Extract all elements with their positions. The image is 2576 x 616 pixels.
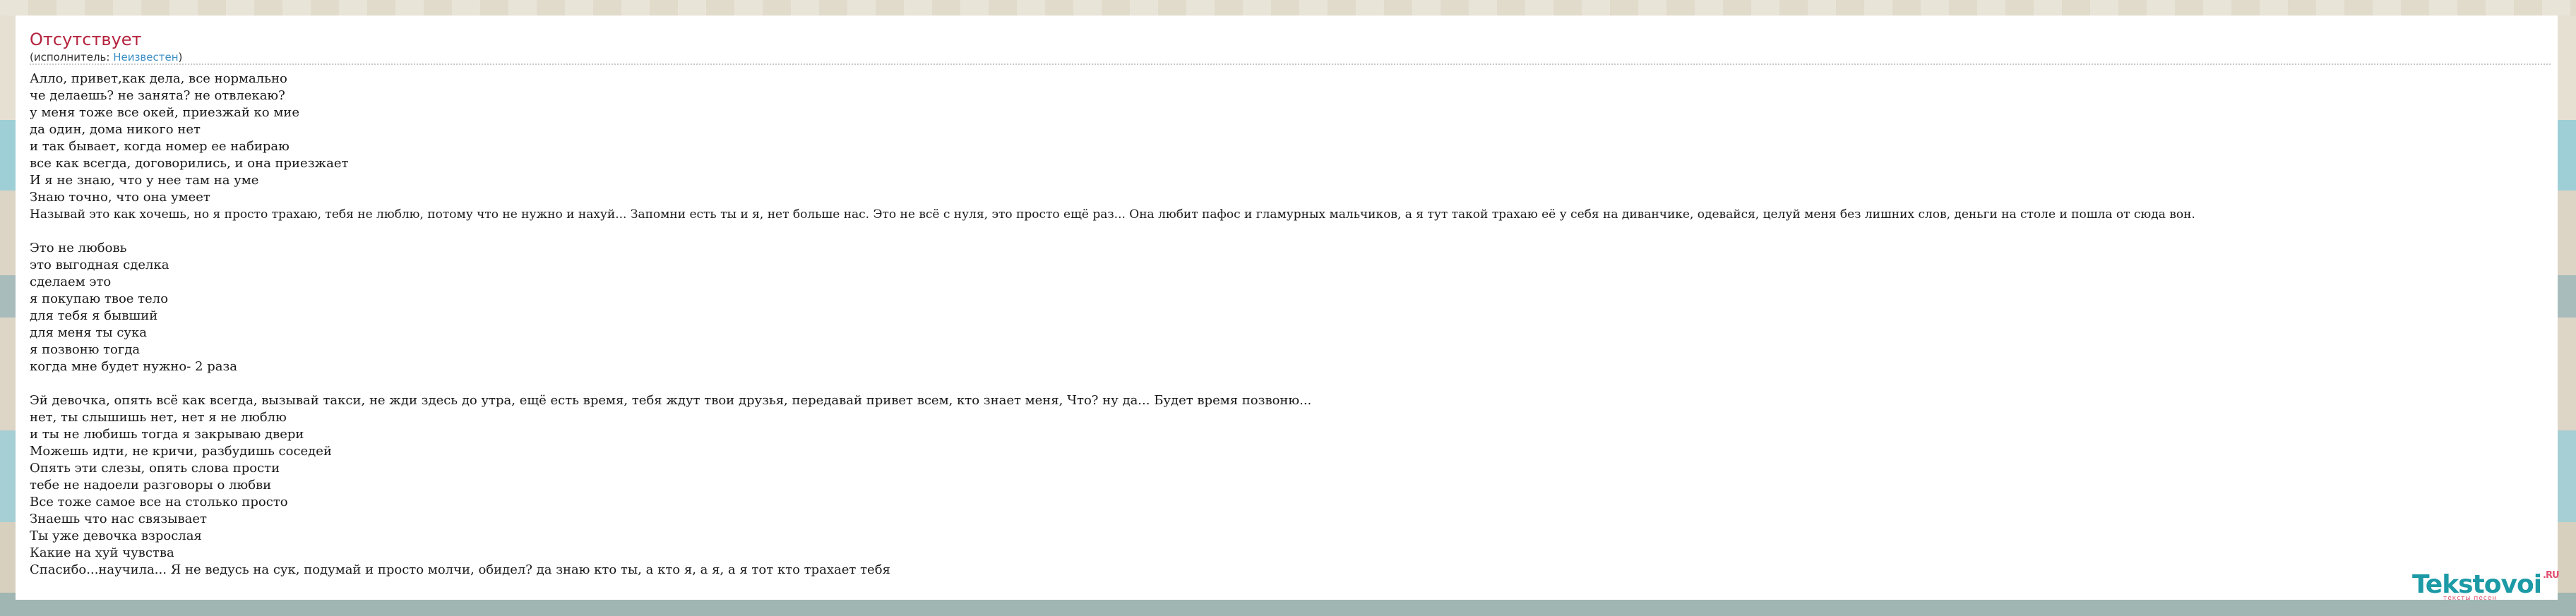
lyric-line: Можешь идти, не кричи, разбудишь соседей	[30, 444, 332, 459]
lyric-line: для тебя я бывший	[30, 308, 158, 323]
lyric-line: че делаешь? не занята? не отвлекаю?	[30, 88, 285, 103]
logo-tagline: тексты песен	[2443, 595, 2498, 602]
lyric-line: все как всегда, договорились, и она прие…	[30, 156, 349, 171]
lyric-line: это выгодная сделка	[30, 258, 169, 272]
lyric-line: Знаешь что нас связывает	[30, 512, 207, 526]
performer-link[interactable]: Неизвестен	[113, 51, 178, 64]
lyric-line: когда мне будет нужно- 2 раза	[30, 359, 238, 374]
lyric-line: И я не знаю, что у нее там на уме	[30, 173, 259, 188]
lyric-line: я покупаю твое тело	[30, 291, 169, 306]
lyric-line: нет, ты слышишь нет, нет я не люблю	[30, 410, 287, 425]
lyrics-panel: Отсутствует (исполнитель: Неизвестен) Ал…	[16, 16, 2558, 600]
stanza-gap	[30, 223, 2556, 240]
logo-suffix: .RU	[2543, 570, 2559, 581]
lyric-line: Опять эти слезы, опять слова прости	[30, 461, 280, 476]
lyric-line: сделаем это	[30, 274, 112, 289]
lyrics-text: Алло, привет,как дела, все нормально че …	[30, 71, 2556, 579]
lyric-line: тебе не надоели разговоры о любви	[30, 478, 272, 493]
lyric-line: я позвоню тогда	[30, 342, 141, 357]
lyric-line: Знаю точно, что она умеет	[30, 190, 210, 205]
performer-prefix: (исполнитель:	[30, 51, 114, 64]
lyric-line: Ты уже девочка взрослая	[30, 529, 202, 543]
title-divider	[30, 64, 2551, 65]
lyric-line: Спасибо...научила... Я не ведусь на сук,…	[30, 562, 890, 577]
lyric-line: у меня тоже все окей, приезжай ко мие	[30, 105, 299, 120]
lyric-line: Называй это как хочешь, но я просто трах…	[30, 207, 2195, 222]
lyric-line: да один, дома никого нет	[30, 122, 201, 137]
song-title: Отсутствует	[30, 30, 142, 49]
performer-suffix: )	[178, 51, 183, 64]
lyric-line: для меня ты сука	[30, 325, 147, 340]
lyric-line: Алло, привет,как дела, все нормально	[30, 71, 287, 86]
lyric-line: и ты не любишь тогда я закрываю двери	[30, 427, 304, 442]
performer-line: (исполнитель: Неизвестен)	[30, 51, 182, 64]
lyric-line: Какие на хуй чувства	[30, 545, 174, 560]
background-top	[0, 0, 2576, 16]
lyric-line: Эй девочка, опять всё как всегда, вызыва…	[30, 393, 1312, 408]
lyric-line: Все тоже самое все на столько просто	[30, 495, 288, 509]
lyric-line: Это не любовь	[30, 241, 127, 255]
lyric-line: и так бывает, когда номер ее набираю	[30, 139, 290, 154]
stanza-gap	[30, 375, 2556, 392]
